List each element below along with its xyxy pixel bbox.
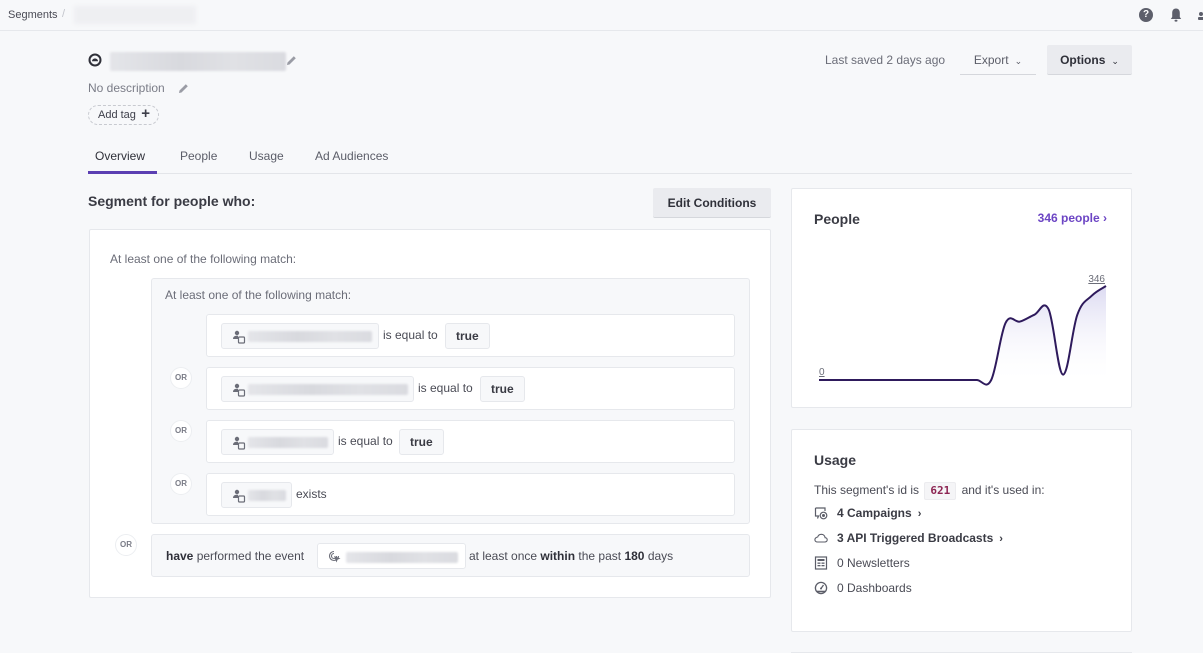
plus-icon: + (141, 105, 150, 122)
tab-people[interactable]: People (180, 149, 217, 163)
or-badge: OR (115, 534, 137, 556)
event-rule-prefix: have performed the event (166, 549, 304, 563)
or-badge: OR (170, 420, 192, 442)
usage-desc-suffix: and it's used in: (961, 483, 1045, 497)
user-icon[interactable] (1198, 12, 1203, 20)
inner-match-label: At least one of the following match: (165, 288, 352, 302)
people-chart: 0 346 (819, 274, 1107, 386)
attribute-chip (221, 376, 414, 402)
active-tab-indicator (88, 171, 157, 174)
or-badge: OR (170, 473, 192, 495)
event-rule-suffix: at least once within the past 180 days (469, 549, 673, 563)
attribute-chip (221, 323, 379, 349)
event-condition-rule: have performed the event at least once w… (151, 534, 750, 577)
outer-match-label: At least one of the following match: (110, 252, 297, 266)
newsletter-icon (814, 556, 828, 570)
usage-item-label: 4 Campaigns (837, 506, 912, 520)
usage-desc-prefix: This segment's id is (814, 483, 919, 497)
bell-icon[interactable] (1170, 8, 1182, 22)
dashboard-gauge-icon (814, 581, 828, 595)
campaign-icon (814, 507, 828, 520)
attribute-name (248, 437, 328, 448)
chart-max-label: 346 (1088, 274, 1105, 285)
export-label: Export (973, 53, 1009, 67)
person-attribute-icon (233, 383, 246, 397)
operator-label: is equal to (418, 381, 473, 395)
chart-series-line (819, 285, 1107, 386)
tab-overview[interactable]: Overview (95, 149, 145, 163)
chevron-down-icon: ⌄ (1014, 56, 1023, 66)
usage-card-title: Usage (814, 452, 857, 468)
condition-rule: exists (206, 473, 735, 516)
condition-rule: is equal to true (206, 314, 735, 357)
edit-conditions-button[interactable]: Edit Conditions (653, 188, 771, 218)
attribute-name (248, 384, 408, 395)
person-attribute-icon (233, 436, 246, 450)
last-saved-status: Last saved 2 days ago (825, 53, 946, 67)
person-attribute-icon (233, 330, 246, 344)
export-button[interactable]: Export ⌄ (960, 45, 1036, 75)
value-chip: true (480, 376, 525, 402)
segment-name (110, 52, 286, 71)
operator-label: exists (296, 487, 327, 501)
options-button[interactable]: Options ⌄ (1047, 45, 1132, 75)
segment-id-badge: 621 (924, 482, 957, 500)
tab-ad-audiences[interactable]: Ad Audiences (315, 149, 388, 163)
click-event-icon (328, 550, 341, 563)
chevron-down-icon: ⌄ (1111, 56, 1119, 66)
the-past-label: the past (578, 549, 622, 563)
tab-bar: Overview People Usage Ad Audiences (88, 140, 1132, 174)
add-tag-button[interactable]: Add tag + (88, 105, 159, 125)
tab-usage[interactable]: Usage (249, 149, 284, 163)
chevron-right-icon: › (999, 533, 1003, 545)
event-name (346, 552, 458, 563)
value-chip: true (445, 323, 490, 349)
event-chip (317, 543, 466, 569)
chevron-right-icon: › (917, 508, 922, 520)
edit-description-pencil-icon[interactable] (178, 83, 189, 94)
chart-area-fill (819, 286, 1106, 385)
usage-description: This segment's id is 621 and it's used i… (814, 482, 1045, 500)
segment-description: No description (88, 81, 165, 95)
chart-min-label: 0 (819, 367, 825, 378)
cloud-icon (814, 533, 828, 543)
performed-label: performed the event (196, 549, 305, 563)
attribute-name (248, 331, 372, 342)
have-label: have (166, 549, 194, 563)
usage-card: Usage This segment's id is 621 and it's … (791, 429, 1132, 632)
breadcrumb-separator: / (62, 8, 66, 20)
edit-name-pencil-icon[interactable] (286, 55, 297, 66)
usage-item-label: 0 Dashboards (837, 581, 912, 595)
within-label: within (540, 549, 576, 563)
or-badge: OR (170, 367, 192, 389)
breadcrumb-segments[interactable]: Segments (8, 9, 58, 21)
data-driven-segment-icon (88, 53, 102, 67)
value-chip: true (399, 429, 444, 455)
conditions-heading: Segment for people who: (88, 193, 256, 209)
add-tag-label: Add tag (98, 109, 136, 121)
breadcrumb-current-segment (74, 6, 196, 24)
condition-rule: is equal to true (206, 420, 735, 463)
frequency-label: at least once (469, 549, 538, 563)
person-attribute-icon (233, 489, 246, 503)
usage-item-label: 0 Newsletters (837, 556, 910, 570)
days-count: 180 (624, 549, 645, 563)
people-card: People 346 people › 0 346 (791, 188, 1132, 408)
attribute-chip (221, 429, 334, 455)
operator-label: is equal to (338, 434, 393, 448)
usage-item-label: 3 API Triggered Broadcasts (837, 531, 994, 545)
attribute-chip (221, 482, 292, 508)
options-label: Options (1060, 53, 1106, 67)
operator-label: is equal to (383, 328, 438, 342)
attribute-name (248, 490, 286, 501)
days-label: days (647, 549, 674, 563)
question-circle-icon[interactable]: ? (1139, 8, 1153, 22)
top-bar: Segments / ? (0, 0, 1203, 31)
condition-rule: is equal to true (206, 367, 735, 410)
